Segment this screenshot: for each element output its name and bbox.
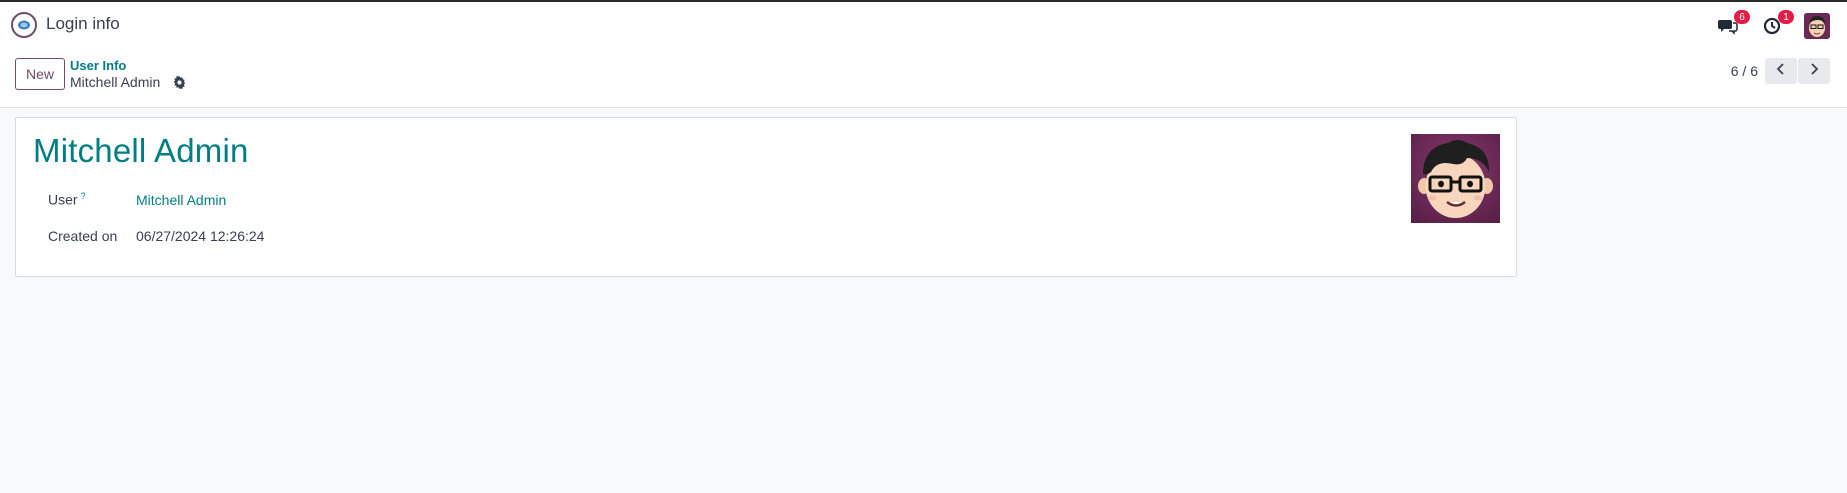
pager-previous-button[interactable] [1765,58,1797,84]
app-title[interactable]: Login info [46,14,120,34]
chevron-right-icon [1809,62,1819,80]
record-title: Mitchell Admin [33,132,249,169]
gear-icon[interactable] [172,74,186,90]
form-sheet: Mitchell Admin User? Mitchell Admin Crea… [15,117,1517,277]
top-navbar: Login info 6 1 [0,2,1847,50]
pager-value[interactable]: 6 / 6 [1731,63,1758,79]
discuss-icon[interactable] [11,12,37,38]
new-button[interactable]: New [15,58,65,90]
user-avatar-large[interactable] [1411,134,1500,223]
clock-icon[interactable]: 1 [1760,10,1794,38]
user-avatar[interactable] [1804,13,1830,39]
breadcrumb-current: Mitchell Admin [70,74,161,90]
messages-badge: 6 [1734,10,1750,24]
activities-badge: 1 [1778,10,1794,24]
chevron-left-icon [1776,62,1786,80]
user-label-text: User [48,191,78,208]
help-icon[interactable]: ? [81,191,86,201]
created-on-label: Created on [48,228,118,244]
created-on-value: 06/27/2024 12:26:24 [136,228,265,244]
chat-icon[interactable]: 6 [1716,10,1750,38]
pager-next-button[interactable] [1798,58,1830,84]
user-field-label: User? [48,191,86,208]
control-panel: New User Info Mitchell Admin 6 / 6 [0,50,1847,108]
user-field-value[interactable]: Mitchell Admin [136,192,226,208]
breadcrumb-parent[interactable]: User Info [70,58,126,73]
